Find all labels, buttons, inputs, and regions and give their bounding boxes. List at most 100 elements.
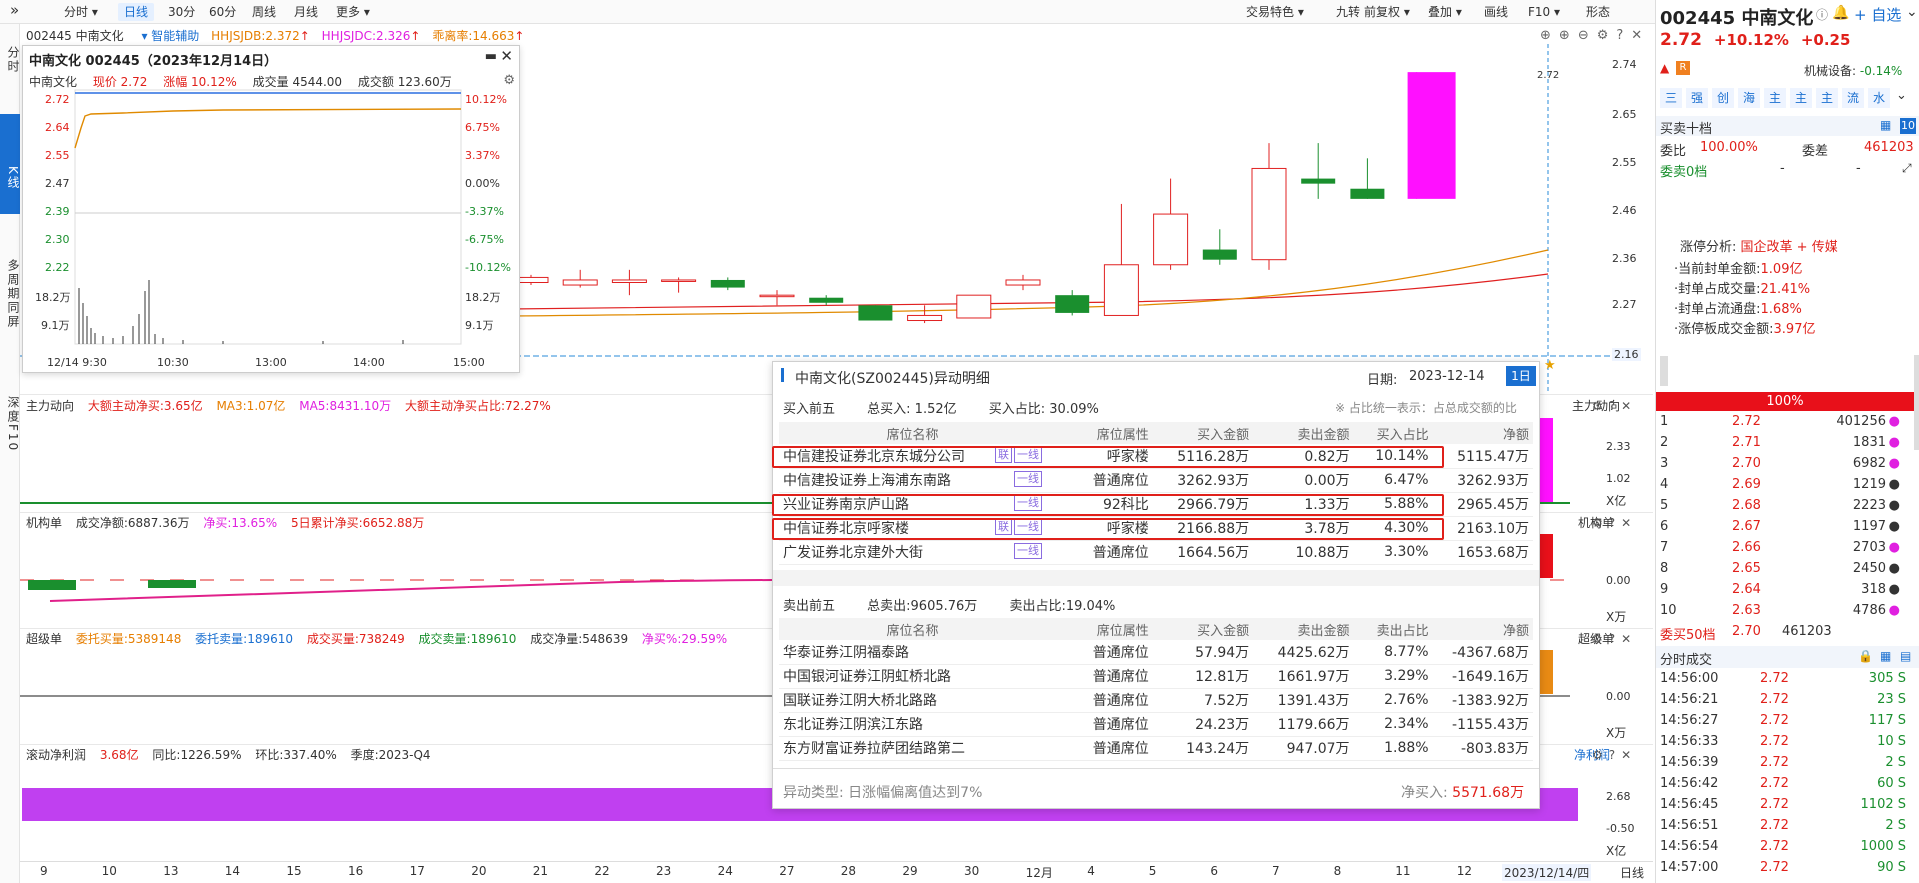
- bid-level[interactable]: 5 2.68 2223 ●: [1660, 497, 1906, 515]
- quick-tab[interactable]: 水: [1868, 88, 1890, 108]
- chevron-down-icon[interactable]: ⌄: [1896, 88, 1907, 103]
- bid-level[interactable]: 7 2.66 2703 ●: [1660, 539, 1906, 557]
- seat-tag[interactable]: 联: [994, 519, 1012, 535]
- add-watchlist-button[interactable]: + 自选: [1854, 4, 1901, 26]
- seat-tag[interactable]: 一线: [1013, 471, 1042, 487]
- candle-body[interactable]: [1350, 188, 1385, 199]
- close-icon[interactable]: ✕: [1621, 632, 1637, 646]
- gear-icon[interactable]: ⚙: [1592, 632, 1609, 646]
- seat-name[interactable]: 中信建投证券北京东城分公司: [783, 449, 965, 465]
- tab-timeshare[interactable]: 分时: [0, 36, 20, 84]
- gear-icon[interactable]: ⚙: [1597, 28, 1617, 43]
- candle-body[interactable]: [907, 314, 943, 322]
- candle-body[interactable]: [562, 279, 598, 286]
- bid-level[interactable]: 9 2.64 318 ●: [1660, 581, 1906, 599]
- minimize-icon[interactable]: ▬: [485, 49, 497, 64]
- period-more[interactable]: 更多 ▾: [330, 3, 376, 21]
- seat-name[interactable]: 华泰证券江阴福泰路: [779, 640, 1046, 664]
- sell-row[interactable]: 东北证券江阴滨江东路 普通席位 24.23万 1179.66万 2.34% -1155.4…: [779, 712, 1533, 736]
- tab-multi-period[interactable]: 多周期同屏: [0, 234, 20, 354]
- f10-menu[interactable]: F10 ▾: [1522, 3, 1566, 21]
- bid-level[interactable]: 6 2.67 1197 ●: [1660, 518, 1906, 536]
- crosshair-icon[interactable]: ⊕: [1540, 28, 1559, 43]
- candle-body[interactable]: [1202, 249, 1237, 260]
- candle-body[interactable]: [710, 279, 745, 288]
- quick-tab[interactable]: 主: [1816, 88, 1838, 108]
- candle-body[interactable]: [1005, 279, 1041, 286]
- seat-name[interactable]: 东方财富证券拉萨团结路第二: [779, 736, 1046, 760]
- trade-feature-menu[interactable]: 交易特色 ▾: [1240, 3, 1310, 21]
- candle-body[interactable]: [1407, 72, 1456, 199]
- candle-body[interactable]: [661, 279, 697, 282]
- seat-name[interactable]: 广发证券北京建外大街: [783, 545, 923, 561]
- seat-name[interactable]: 中信证券北京呼家楼: [783, 521, 909, 537]
- quick-tab[interactable]: 三: [1660, 88, 1682, 108]
- period-minute[interactable]: 分时 ▾: [58, 3, 104, 21]
- zoom-out-icon[interactable]: ⊖: [1578, 28, 1597, 43]
- sell-row[interactable]: 国联证券江阴大桥北路路 普通席位 7.52万 1391.43万 2.76% -1383.9…: [779, 688, 1533, 712]
- help-icon[interactable]: ?: [1609, 632, 1621, 646]
- risk-badge[interactable]: R: [1676, 61, 1690, 75]
- gear-icon[interactable]: ⚙: [1592, 399, 1609, 413]
- candle-body[interactable]: [956, 294, 992, 319]
- bid-level[interactable]: 1 2.72 401256 ●: [1660, 413, 1906, 431]
- tab-kline[interactable]: K线: [0, 114, 20, 214]
- adjust-menu[interactable]: 前复权 ▾: [1358, 3, 1416, 21]
- zoom-in-icon[interactable]: ⊕: [1559, 28, 1578, 43]
- assist-toggle[interactable]: ▾ 智能辅助: [141, 29, 199, 43]
- sell-row[interactable]: 华泰证券江阴福泰路 普通席位 57.94万 4425.62万 8.77% -4367.68…: [779, 640, 1533, 664]
- intraday-popup[interactable]: 中南文化 002445（2023年12月14日） ▬ ✕ 中南文化 现价 2.7…: [22, 45, 520, 373]
- bid-level[interactable]: 2 2.71 1831 ●: [1660, 434, 1906, 452]
- help-icon[interactable]: ?: [1609, 399, 1621, 413]
- abnormal-detail-popup[interactable]: 中南文化(SZ002445)异动明细 日期: 2023-12-14 1日 买入前…: [772, 361, 1540, 809]
- seat-name[interactable]: 中国银河证券江阴虹桥北路: [779, 664, 1046, 688]
- bid-level[interactable]: 8 2.65 2450 ●: [1660, 560, 1906, 578]
- expand-icon[interactable]: ⤢: [1902, 161, 1912, 176]
- close-icon[interactable]: ✕: [1621, 399, 1637, 413]
- info-icon[interactable]: ⓘ: [1816, 6, 1828, 23]
- candle-body[interactable]: [759, 294, 795, 298]
- tab-depth-f10[interactable]: 深度F10: [0, 374, 20, 474]
- book-icon[interactable]: ▦: [1880, 118, 1891, 132]
- warning-icon[interactable]: ▲: [1660, 61, 1674, 75]
- gear-icon[interactable]: ⚙: [1592, 748, 1609, 762]
- candle-body[interactable]: [858, 305, 893, 321]
- seat-tag[interactable]: 一线: [1013, 519, 1042, 535]
- buy-row[interactable]: 兴业证券南京庐山路 一线 92科比 2966.79万 1.33万 5.88% 2965.45…: [779, 492, 1533, 516]
- close-icon[interactable]: ✕: [1631, 28, 1650, 43]
- period-week[interactable]: 周线: [246, 3, 282, 21]
- overlay-menu[interactable]: 叠加 ▾: [1422, 3, 1468, 21]
- quick-tab[interactable]: 主: [1764, 88, 1786, 108]
- bell-icon[interactable]: 🔔: [1832, 5, 1849, 21]
- bid-level[interactable]: 10 2.63 4786 ●: [1660, 602, 1906, 620]
- seat-tag[interactable]: 联: [994, 446, 1012, 463]
- buy-row[interactable]: 中信建投证券上海浦东南路 一线 普通席位 3262.93万 0.00万 6.47% 3262…: [779, 468, 1533, 492]
- pattern-button[interactable]: 形态: [1580, 3, 1616, 21]
- help-icon[interactable]: ?: [1609, 516, 1621, 530]
- seat-name[interactable]: 兴业证券南京庐山路: [783, 497, 909, 513]
- seat-tag[interactable]: 一线: [1013, 495, 1042, 511]
- bid-level[interactable]: 3 2.70 6982 ●: [1660, 455, 1906, 473]
- chevron-down-icon[interactable]: ⌄: [1906, 4, 1918, 20]
- gear-icon[interactable]: ⚙: [503, 73, 515, 88]
- candle-body[interactable]: [1103, 264, 1139, 316]
- period-1d-button[interactable]: 1日: [1506, 366, 1536, 386]
- candle-body[interactable]: [1301, 178, 1336, 184]
- buy-row[interactable]: 中信建投证券北京东城分公司 联一线 呼家楼 5116.28万 0.82万 10.14% 51…: [779, 444, 1533, 468]
- sell-row[interactable]: 东方财富证券拉萨团结路第二 普通席位 143.24万 947.07万 1.88% -803…: [779, 736, 1533, 760]
- quick-tab[interactable]: 主: [1790, 88, 1812, 108]
- list-icon[interactable]: ▤: [1900, 649, 1911, 663]
- scrollbar[interactable]: [1660, 356, 1668, 386]
- candle-body[interactable]: [809, 297, 844, 303]
- close-icon[interactable]: ✕: [500, 47, 513, 65]
- seat-name[interactable]: 东北证券江阴滨江东路: [779, 712, 1046, 736]
- lock-icon[interactable]: 🔒: [1858, 649, 1873, 663]
- seat-tag[interactable]: 一线: [1013, 446, 1042, 463]
- buy-row[interactable]: 广发证券北京建外大街 一线 普通席位 1664.56万 10.88万 3.30% 1653.…: [779, 540, 1533, 564]
- draw-line-button[interactable]: 画线: [1478, 3, 1514, 21]
- quick-tab[interactable]: 强: [1686, 88, 1708, 108]
- buy-row[interactable]: 中信证券北京呼家楼 联一线 呼家楼 2166.88万 3.78万 4.30% 2163.10…: [779, 516, 1533, 540]
- candle-body[interactable]: [1251, 167, 1287, 261]
- book-depth-button[interactable]: 10: [1900, 118, 1916, 134]
- collapse-icon[interactable]: »: [4, 1, 25, 19]
